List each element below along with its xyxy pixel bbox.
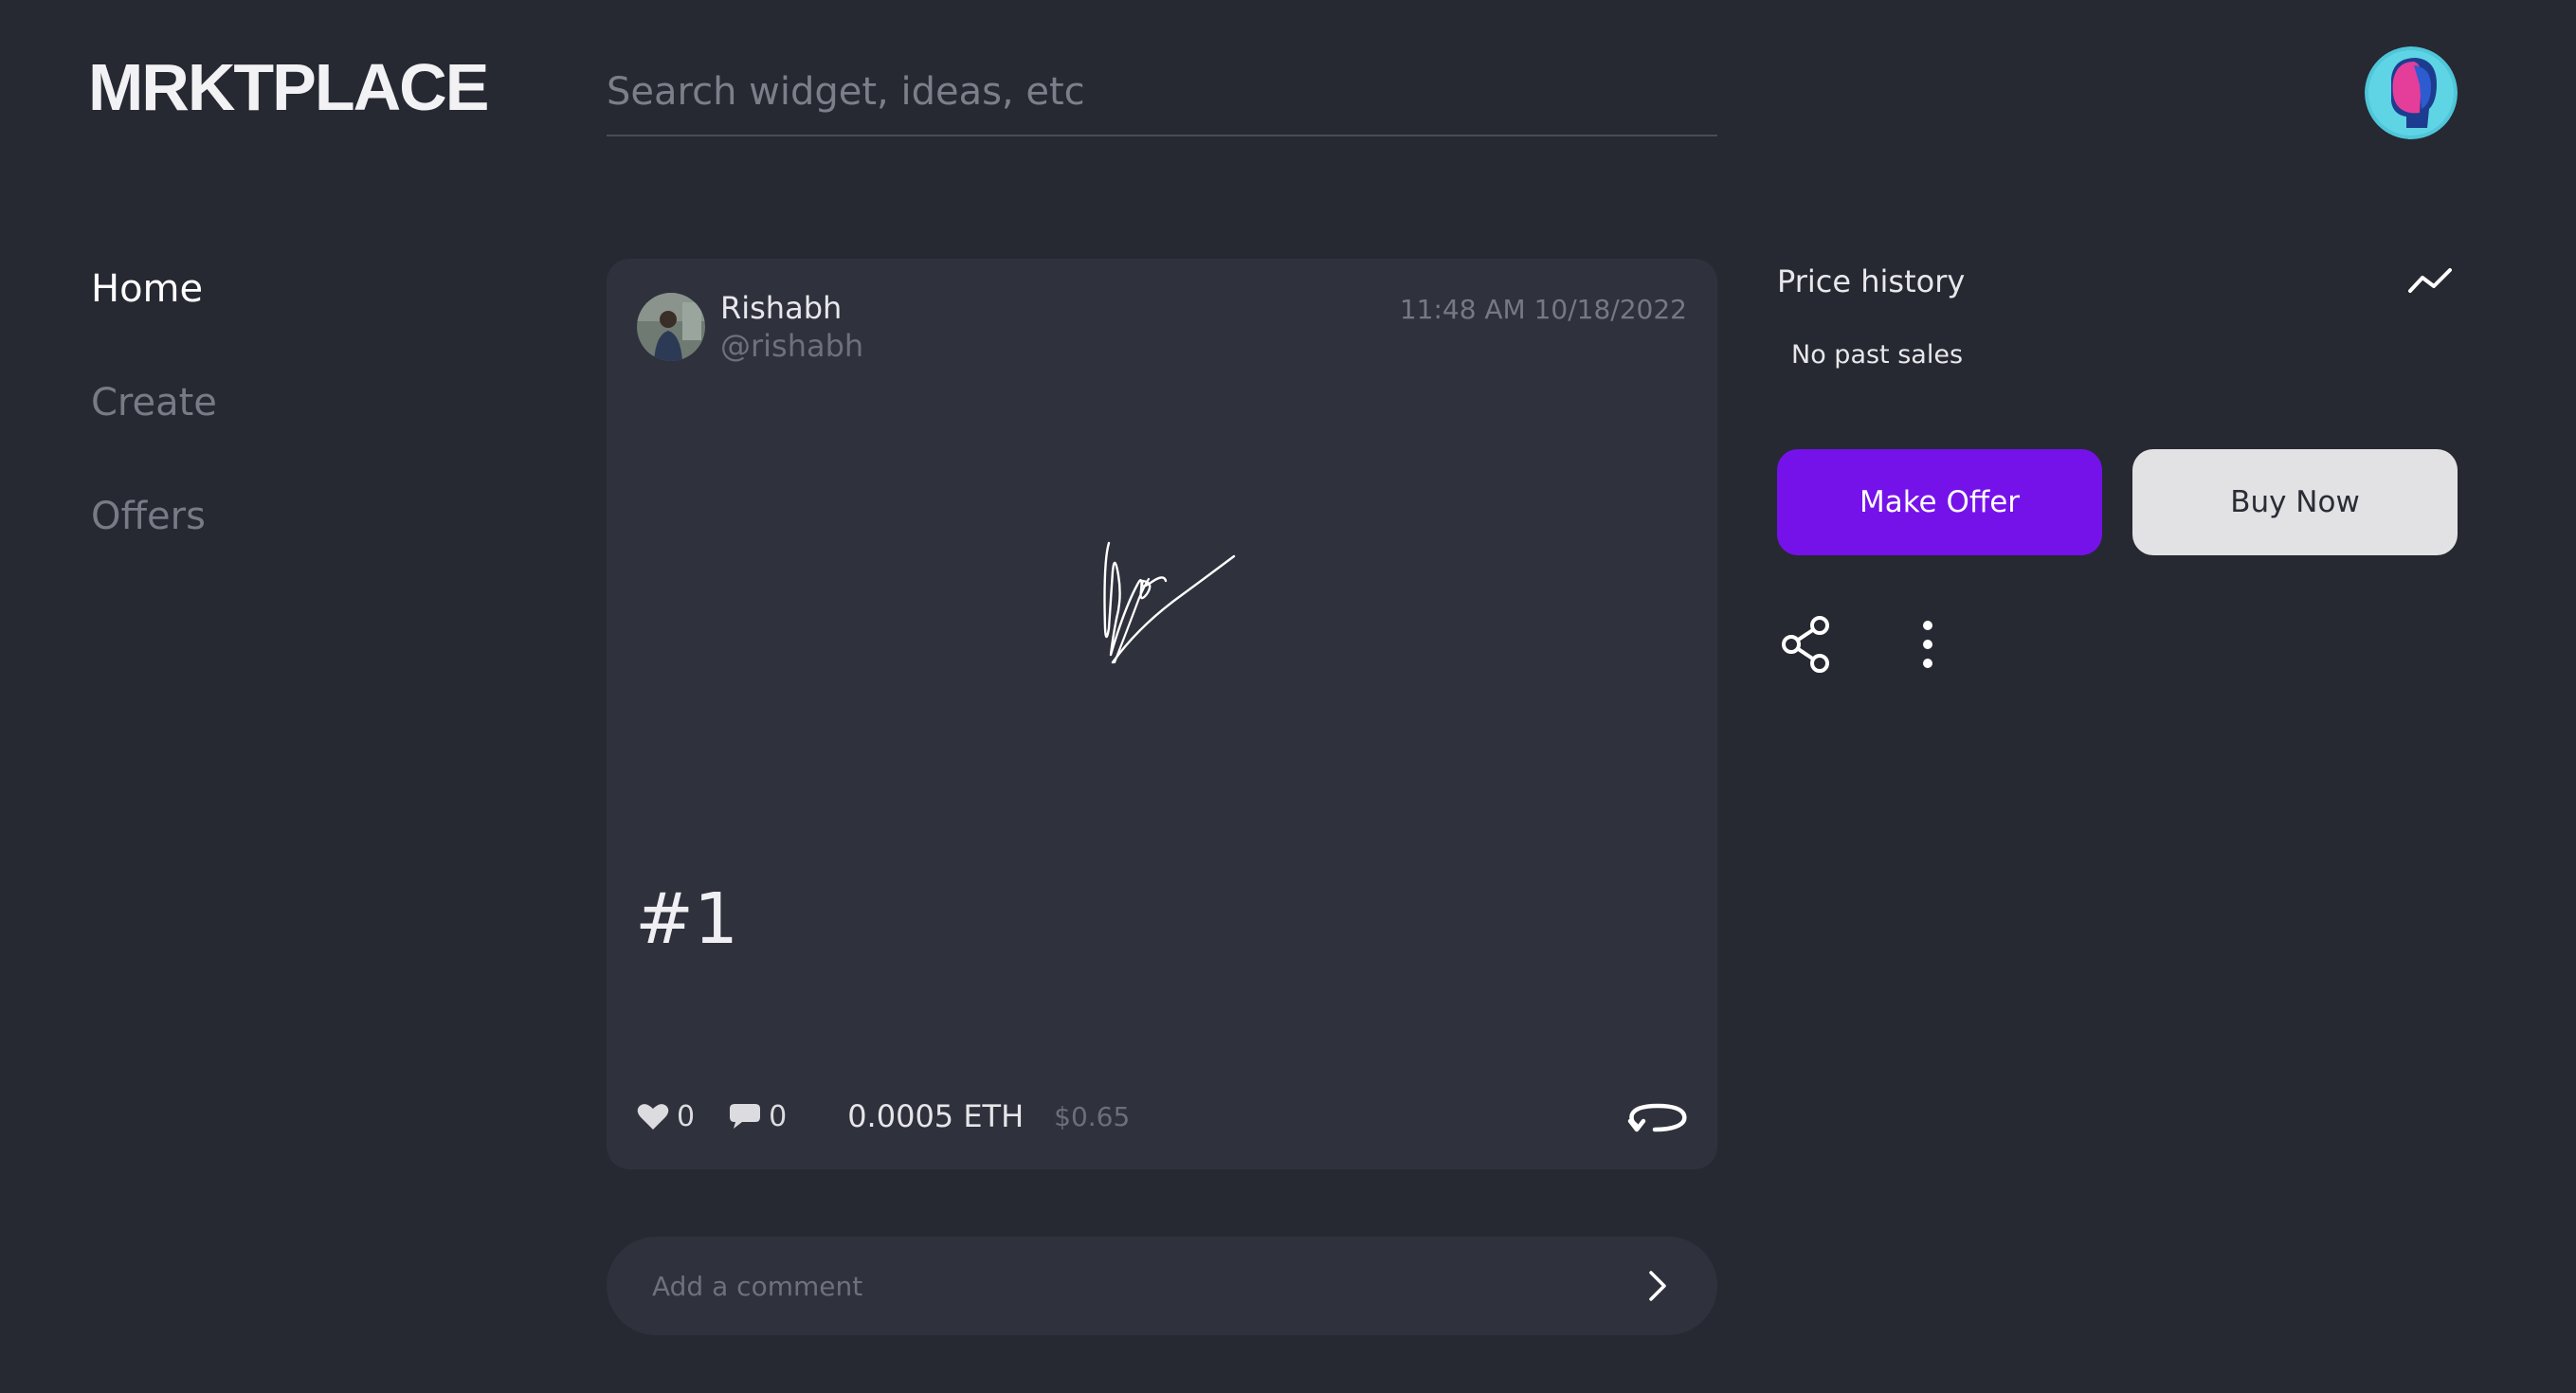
price-history-empty: No past sales bbox=[1791, 340, 1964, 370]
repost-icon[interactable] bbox=[1626, 1096, 1689, 1144]
author-photo-icon bbox=[637, 293, 705, 361]
post-stats: 0 0 0.0005 ETH $0.65 bbox=[637, 1093, 1130, 1140]
comment-input[interactable] bbox=[652, 1237, 1581, 1335]
speech-bubble-icon bbox=[730, 1104, 761, 1129]
post-timestamp: 11:48 AM 10/18/2022 bbox=[1399, 294, 1687, 325]
logo[interactable]: MRKTPLACE bbox=[88, 49, 489, 125]
price-eth: 0.0005 ETH bbox=[847, 1098, 1025, 1134]
author-name[interactable]: Rishabh bbox=[720, 289, 842, 327]
user-avatar[interactable] bbox=[2365, 46, 2458, 139]
buy-now-button[interactable]: Buy Now bbox=[2132, 449, 2458, 555]
heart-icon bbox=[637, 1104, 669, 1130]
like-button[interactable]: 0 bbox=[637, 1100, 695, 1133]
price-usd: $0.65 bbox=[1054, 1100, 1131, 1132]
user-avatar-icon bbox=[2365, 46, 2458, 139]
sidebar-item-home[interactable]: Home bbox=[91, 265, 203, 313]
more-vertical-icon[interactable] bbox=[1913, 616, 1943, 673]
like-count: 0 bbox=[677, 1099, 696, 1133]
search-input[interactable] bbox=[607, 59, 1717, 125]
comment-bar bbox=[607, 1237, 1717, 1335]
chevron-right-icon[interactable] bbox=[1636, 1265, 1678, 1307]
sidebar-item-create[interactable]: Create bbox=[91, 379, 217, 426]
sidebar-item-offers[interactable]: Offers bbox=[91, 493, 206, 540]
post-title: #1 bbox=[635, 878, 739, 960]
author-avatar[interactable] bbox=[637, 293, 705, 361]
author-handle[interactable]: @rishabh bbox=[720, 327, 863, 365]
make-offer-button[interactable]: Make Offer bbox=[1777, 449, 2102, 555]
comment-count: 0 bbox=[769, 1099, 788, 1133]
search-bar bbox=[607, 59, 1717, 136]
share-icon[interactable] bbox=[1778, 614, 1835, 675]
post-card: Rishabh @rishabh 11:48 AM 10/18/2022 #1 … bbox=[607, 259, 1717, 1169]
signature-artwork bbox=[1103, 541, 1236, 664]
comment-button[interactable]: 0 bbox=[729, 1100, 787, 1133]
price-history-title: Price history bbox=[1777, 263, 1966, 299]
trend-line-icon[interactable] bbox=[2407, 265, 2455, 296]
